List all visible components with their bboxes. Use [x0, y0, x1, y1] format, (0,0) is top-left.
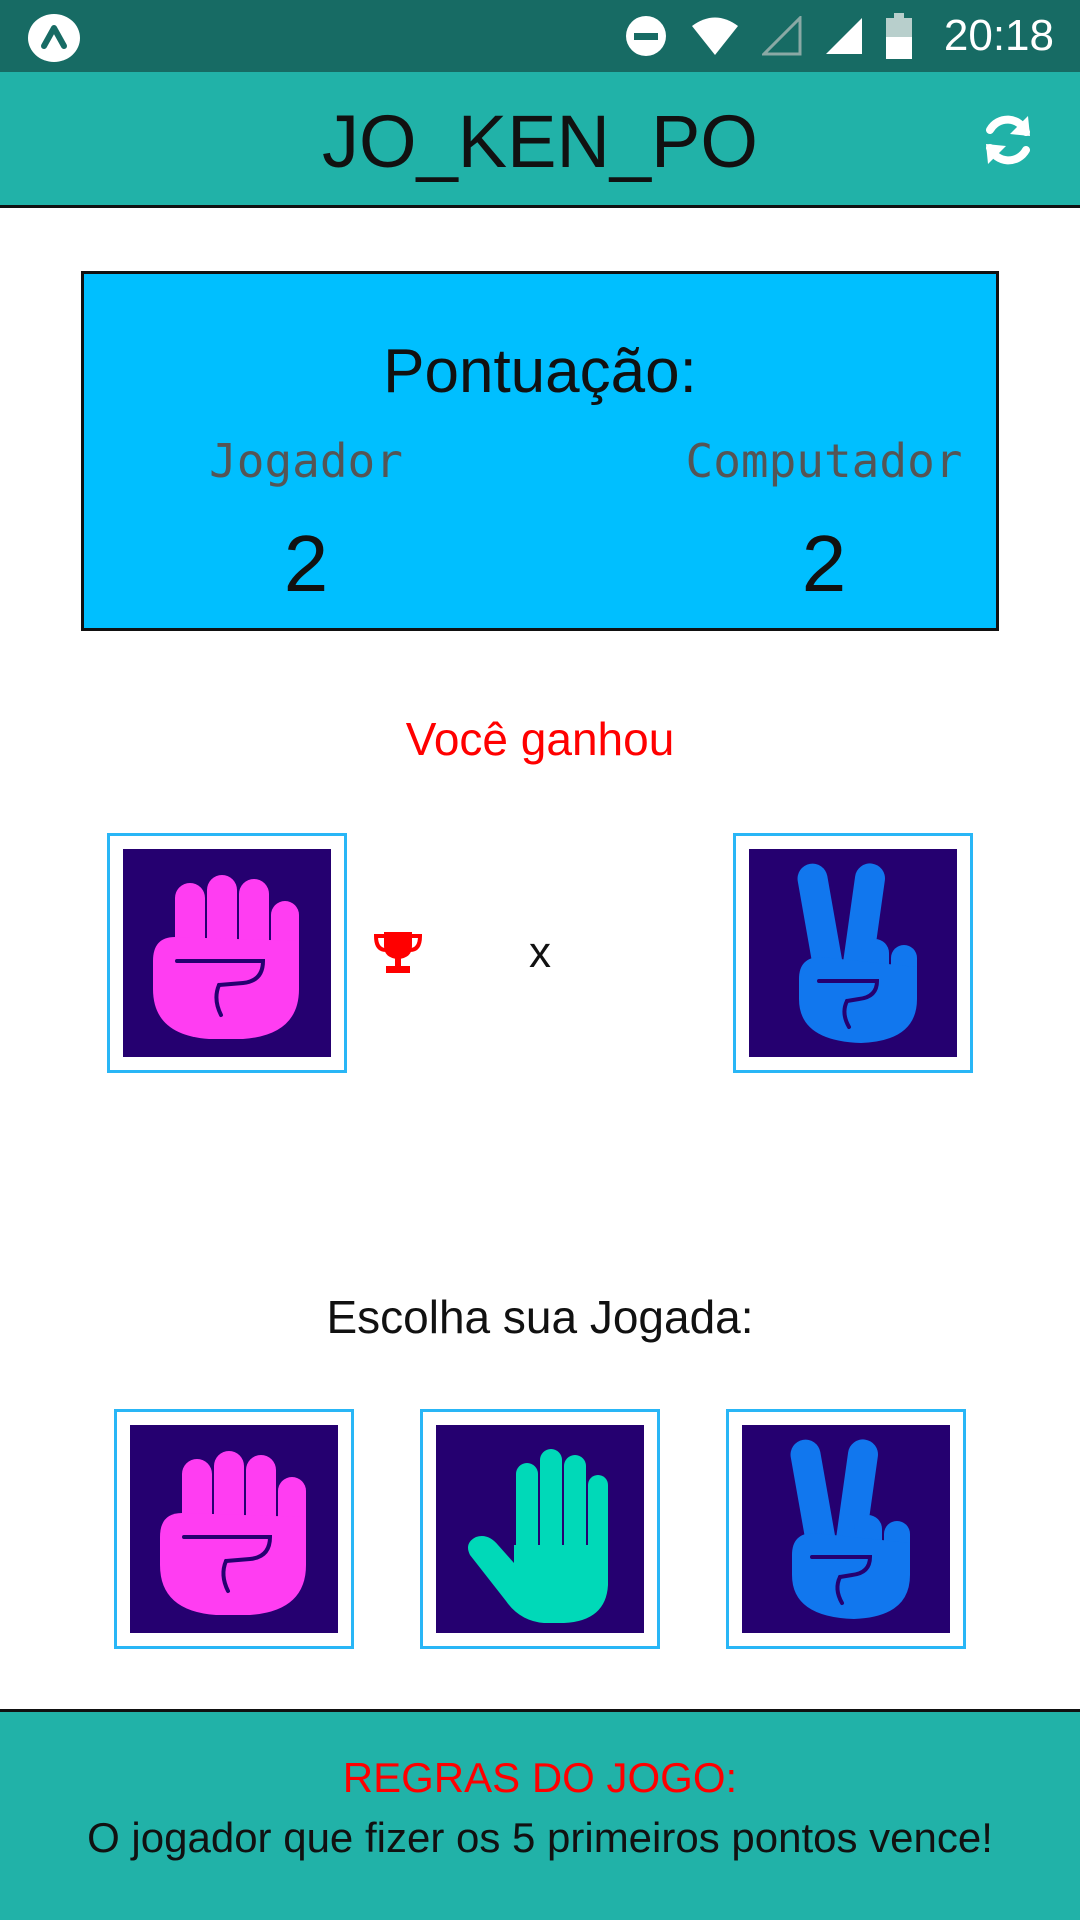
app-logo-icon — [28, 14, 80, 62]
scissors-hand-icon — [797, 863, 917, 1043]
app-bar: JO_KEN_PO — [0, 72, 1080, 208]
player-score: Jogador 2 — [156, 434, 456, 610]
computer-score: Computador 2 — [674, 434, 974, 610]
rules-text: O jogador que fizer os 5 primeiros ponto… — [87, 1814, 993, 1861]
choose-move-title: Escolha sua Jogada: — [326, 1291, 754, 1343]
player-move-rock — [107, 833, 347, 1073]
score-panel: Pontuação: Jogador 2 Computador 2 — [81, 271, 999, 631]
computer-move-scissors — [733, 833, 973, 1073]
score-title: Pontuação: — [383, 337, 697, 406]
rules-title: REGRAS DO JOGO: — [342, 1754, 738, 1801]
signal-empty-icon — [761, 16, 802, 56]
choose-paper-button[interactable] — [420, 1409, 660, 1649]
signal-full-icon — [825, 18, 862, 54]
rock-hand-icon — [153, 875, 299, 1039]
rules-footer: REGRAS DO JOGO: O jogador que fizer os 5… — [0, 1709, 1080, 1920]
refresh-button[interactable] — [976, 108, 1040, 172]
scissors-hand-icon — [790, 1439, 910, 1619]
status-bar: 20:18 — [0, 0, 1080, 72]
player-score-value: 2 — [283, 519, 329, 608]
computer-score-value: 2 — [801, 519, 847, 608]
result-text: Você ganhou — [405, 713, 675, 765]
refresh-icon — [986, 115, 1030, 165]
choose-scissors-button[interactable] — [726, 1409, 966, 1649]
paper-hand-icon — [468, 1449, 608, 1623]
trophy-icon — [373, 932, 423, 973]
wifi-icon — [691, 17, 738, 55]
computer-label: Computador — [685, 434, 963, 488]
rock-hand-icon — [160, 1451, 306, 1615]
choose-rock-button[interactable] — [114, 1409, 354, 1649]
battery-icon — [885, 13, 912, 59]
player-label: Jogador — [209, 434, 403, 488]
versus-label: x — [529, 928, 551, 977]
app-title: JO_KEN_PO — [322, 100, 758, 183]
do-not-disturb-icon — [625, 16, 666, 56]
status-time: 20:18 — [943, 11, 1054, 60]
